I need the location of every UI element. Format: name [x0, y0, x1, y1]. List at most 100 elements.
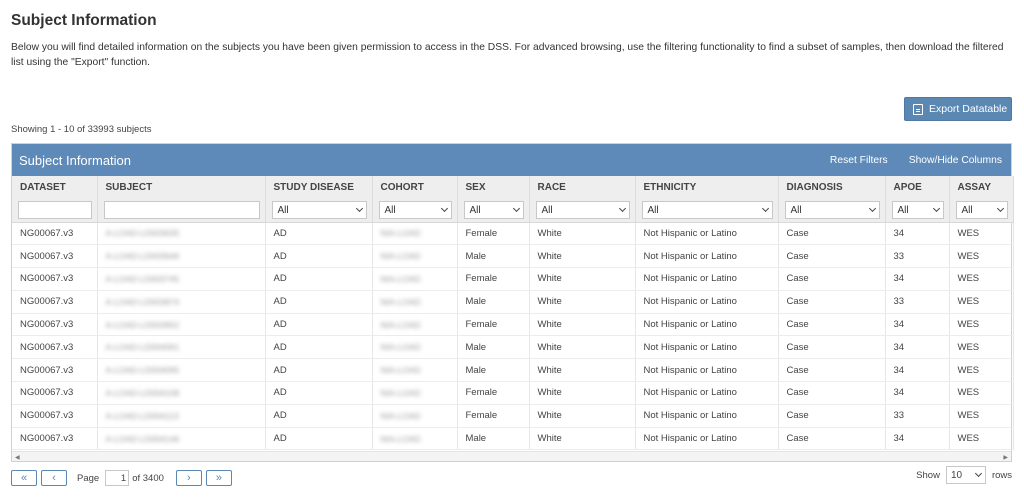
select-value: All	[384, 204, 396, 216]
cell-apoe: 34	[885, 267, 950, 291]
cell-assay: WES	[949, 244, 1014, 269]
cell-assay: WES	[949, 381, 1014, 405]
cell-race: White	[529, 381, 636, 405]
race-filter-select[interactable]: All	[535, 201, 630, 220]
scroll-left-icon[interactable]: ◀	[15, 454, 20, 461]
cell-apoe: 34	[885, 358, 950, 383]
subject-table: DATASET SUBJECT STUDY DISEASE COHORT SEX…	[12, 176, 1014, 451]
cell-ethnicity: Not Hispanic or Latino	[635, 358, 779, 383]
column-header[interactable]: DIAGNOSIS	[778, 176, 886, 199]
prev-page-button[interactable]: ‹	[41, 470, 67, 486]
cell-ethnicity: Not Hispanic or Latino	[635, 222, 779, 246]
sex-filter-select[interactable]: All	[463, 201, 524, 220]
cell-ethnicity: Not Hispanic or Latino	[635, 313, 779, 337]
table-row[interactable]: NG00067.v3 A-LOAD-LD003874 AD NIA-LOAD Male W…	[12, 290, 1014, 314]
cell-cohort: NIA-LOAD	[372, 381, 458, 405]
cell-apoe: 34	[885, 313, 950, 337]
column-header[interactable]: SUBJECT	[97, 176, 266, 199]
cell-subject: A-LOAD-LD004108	[97, 381, 266, 405]
next-page-button[interactable]: ›	[175, 470, 202, 486]
select-value: All	[790, 204, 802, 216]
cell-assay: WES	[949, 335, 1014, 360]
study-disease-filter-select[interactable]: All	[271, 201, 367, 220]
cell-sex: Male	[457, 335, 530, 360]
cell-study-disease: AD	[265, 404, 373, 428]
cell-study-disease: AD	[265, 313, 373, 337]
select-value: All	[469, 204, 481, 216]
page-number-input[interactable]: 1	[105, 470, 130, 486]
cell-apoe: 33	[885, 404, 950, 428]
column-header[interactable]: SEX	[457, 176, 530, 199]
cell-cohort: NIA-LOAD	[372, 313, 458, 337]
diagnosis-filter-select[interactable]: All	[784, 201, 880, 220]
intro-text: Below you will find detailed information…	[11, 42, 1004, 68]
table-row[interactable]: NG00067.v3 A-LOAD-LD003952 AD NIA-LOAD Femal…	[12, 313, 1014, 337]
show-hide-columns-link[interactable]: Show/Hide Columns	[909, 155, 1002, 166]
cell-dataset: NG00067.v3	[12, 381, 98, 405]
first-page-button[interactable]: «	[11, 470, 37, 486]
table-row[interactable]: NG00067.v3 A-LOAD-LD004095 AD NIA-LOAD Male W…	[12, 358, 1014, 383]
cell-race: White	[529, 222, 636, 246]
reset-filters-link[interactable]: Reset Filters	[830, 155, 888, 166]
export-datatable-button[interactable]: Export Datatable	[904, 97, 1012, 121]
ethnicity-filter-select[interactable]: All	[641, 201, 773, 220]
cell-study-disease: AD	[265, 427, 373, 451]
cell-dataset: NG00067.v3	[12, 290, 98, 314]
horizontal-scrollbar[interactable]: ◀ ▶	[12, 451, 1011, 461]
cohort-filter-select[interactable]: All	[378, 201, 452, 220]
column-header[interactable]: ASSAY	[949, 176, 1014, 199]
cell-dataset: NG00067.v3	[12, 358, 98, 383]
cell-apoe: 33	[885, 244, 950, 269]
cell-race: White	[529, 427, 636, 451]
cell-ethnicity: Not Hispanic or Latino	[635, 381, 779, 405]
cell-study-disease: AD	[265, 244, 373, 269]
table-filter-row: All All All All All All All All	[12, 199, 1014, 223]
cell-diagnosis: Case	[778, 290, 886, 314]
showing-count: Showing 1 - 10 of 33993 subjects	[11, 124, 152, 135]
assay-filter-select[interactable]: All	[955, 201, 1008, 220]
column-header[interactable]: APOE	[885, 176, 950, 199]
chevron-down-icon	[761, 205, 769, 213]
page-total: of 3400	[132, 472, 164, 484]
table-row[interactable]: NG00067.v3 A-LOAD-LD004113 AD NIA-LOAD Femal…	[12, 404, 1014, 428]
cell-apoe: 33	[885, 290, 950, 314]
table-row[interactable]: NG00067.v3 A-LOAD-LD004108 AD NIA-LOAD Femal…	[12, 381, 1014, 405]
cell-assay: WES	[949, 222, 1014, 246]
chevron-down-icon	[974, 469, 982, 478]
column-header[interactable]: STUDY DISEASE	[265, 176, 373, 199]
cell-diagnosis: Case	[778, 335, 886, 360]
cell-diagnosis: Case	[778, 404, 886, 428]
cell-dataset: NG00067.v3	[12, 427, 98, 451]
apoe-filter-select[interactable]: All	[891, 201, 944, 220]
cell-sex: Male	[457, 358, 530, 383]
table-row[interactable]: NG00067.v3 A-LOAD-LD004146 AD NIA-LOAD Male W…	[12, 427, 1014, 451]
scroll-right-icon[interactable]: ▶	[1003, 454, 1008, 461]
cell-cohort: NIA-LOAD	[372, 290, 458, 314]
cell-subject: A-LOAD-LD003646	[97, 244, 266, 269]
cell-subject: A-LOAD-LD004061	[97, 335, 266, 360]
cell-race: White	[529, 404, 636, 428]
select-value: All	[647, 204, 659, 216]
cell-study-disease: AD	[265, 381, 373, 405]
table-row[interactable]: NG00067.v3 A-LOAD-LD004061 AD NIA-LOAD Male W…	[12, 335, 1014, 360]
cell-cohort: NIA-LOAD	[372, 335, 458, 360]
column-header[interactable]: ETHNICITY	[635, 176, 779, 199]
rows-per-page-select[interactable]: 10	[945, 466, 986, 484]
cell-subject: A-LOAD-LD004095	[97, 358, 266, 383]
table-row[interactable]: NG00067.v3 A-LOAD-LD003635 AD NIA-LOAD Femal…	[12, 222, 1014, 246]
last-page-button[interactable]: »	[205, 470, 232, 486]
cell-race: White	[529, 335, 636, 360]
dataset-filter-input[interactable]	[18, 201, 92, 220]
subject-filter-input[interactable]	[103, 201, 260, 220]
table-row[interactable]: NG00067.v3 A-LOAD-LD003745 AD NIA-LOAD Femal…	[12, 267, 1014, 291]
column-header[interactable]: COHORT	[372, 176, 458, 199]
cell-diagnosis: Case	[778, 222, 886, 246]
cell-race: White	[529, 244, 636, 269]
chevron-down-icon	[440, 205, 448, 213]
column-header[interactable]: RACE	[529, 176, 636, 199]
table-row[interactable]: NG00067.v3 A-LOAD-LD003646 AD NIA-LOAD Male W…	[12, 244, 1014, 269]
cell-subject: A-LOAD-LD003635	[97, 222, 266, 246]
chevron-down-icon	[868, 205, 876, 213]
column-header[interactable]: DATASET	[12, 176, 98, 199]
rows-label: rows	[991, 469, 1012, 481]
